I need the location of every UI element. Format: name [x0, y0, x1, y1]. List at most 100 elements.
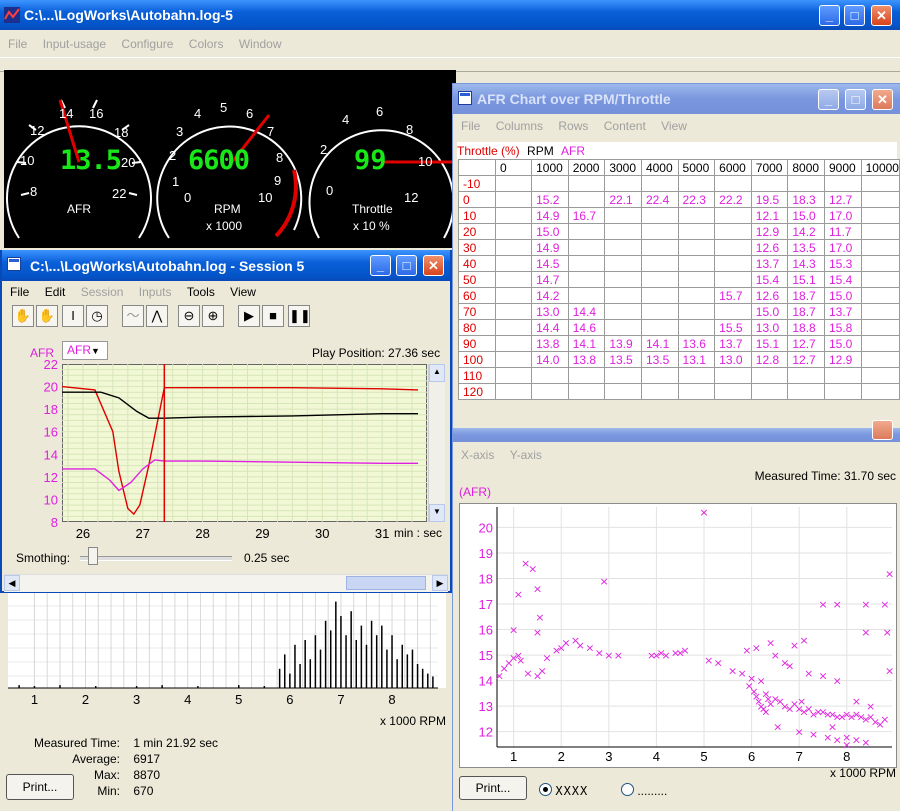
afr-table-cell[interactable]: 19.5	[750, 191, 789, 208]
afr-table-cell[interactable]	[567, 271, 606, 288]
afr-table-cell[interactable]	[567, 367, 606, 384]
afr-table-cell[interactable]	[860, 255, 900, 272]
afr-table-cell[interactable]	[495, 271, 533, 288]
xy-plot-title-bar[interactable]	[453, 420, 900, 442]
afr-table-cell[interactable]: 12.7	[787, 335, 825, 352]
afr-column-header[interactable]: 10000	[860, 159, 900, 176]
session-close-button[interactable]: ✕	[423, 255, 444, 276]
afr-table-cell[interactable]: 15.2	[531, 191, 569, 208]
afr-table-cell[interactable]	[750, 383, 789, 400]
afr-row-header[interactable]: 50	[457, 271, 497, 288]
afr-table-cell[interactable]: 15.4	[750, 271, 789, 288]
afr-table-cell[interactable]	[787, 175, 825, 192]
afr-table-cell[interactable]	[860, 271, 900, 288]
afr-table-cell[interactable]	[495, 335, 533, 352]
afr-table-cell[interactable]	[495, 319, 533, 336]
zoom-in-icon[interactable]: ⊕	[202, 305, 224, 327]
scroll-thumb[interactable]	[346, 576, 426, 590]
xy-radio-2[interactable]: .........	[621, 782, 667, 798]
cursor-tool-icon[interactable]: I	[62, 305, 84, 327]
afr-table-cell[interactable]: 15.3	[823, 255, 862, 272]
afr-table-cell[interactable]: 12.9	[823, 351, 862, 368]
afr-table-cell[interactable]	[714, 255, 752, 272]
afr-table-cell[interactable]: 13.8	[567, 351, 606, 368]
afr-table-cell[interactable]	[823, 367, 862, 384]
afr-table-cell[interactable]: 17.0	[823, 239, 862, 256]
afr-table-cell[interactable]: 11.7	[823, 223, 862, 240]
afr-row-header[interactable]: -10	[457, 175, 497, 192]
afr-table-cell[interactable]: 12.6	[750, 239, 789, 256]
afr-table-cell[interactable]	[604, 255, 642, 272]
afr-table-cell[interactable]	[604, 207, 642, 224]
afr-table-cell[interactable]: 22.1	[604, 191, 642, 208]
afr-table-cell[interactable]	[823, 175, 862, 192]
afr-row-header[interactable]: 0	[457, 191, 497, 208]
pause-button[interactable]: ❚❚	[288, 305, 311, 327]
close-button[interactable]: ✕	[871, 5, 892, 26]
afr-table-cell[interactable]: 15.4	[823, 271, 862, 288]
afr-table-cell[interactable]: 15.1	[750, 335, 789, 352]
afr-table-cell[interactable]	[604, 287, 642, 304]
afr-table-cell[interactable]	[714, 175, 752, 192]
xy-menu-y-axis[interactable]: Y-axis	[504, 445, 548, 465]
stopwatch-tool-icon[interactable]: ◷	[86, 305, 108, 327]
afr-table-cell[interactable]	[604, 239, 642, 256]
session-menu-session[interactable]: Session	[75, 282, 130, 302]
afr-table-cell[interactable]: 15.0	[823, 335, 862, 352]
afr-table-cell[interactable]	[714, 223, 752, 240]
smoothing-slider-track[interactable]	[80, 556, 232, 561]
afr-table-cell[interactable]	[860, 383, 900, 400]
afr-row-header[interactable]: 40	[457, 255, 497, 272]
afr-table-cell[interactable]: 18.7	[787, 287, 825, 304]
afr-table-cell[interactable]	[677, 303, 716, 320]
afr-table-cell[interactable]	[531, 367, 569, 384]
afr-table-cell[interactable]: 15.0	[750, 303, 789, 320]
afr-table-cell[interactable]	[677, 255, 716, 272]
afr-row-header[interactable]: 100	[457, 351, 497, 368]
afr-table-cell[interactable]	[495, 351, 533, 368]
afr-table-cell[interactable]: 13.7	[750, 255, 789, 272]
afr-table-cell[interactable]	[860, 303, 900, 320]
afr-table-cell[interactable]: 17.0	[823, 207, 862, 224]
afr-table-cell[interactable]: 13.7	[823, 303, 862, 320]
afr-chart-minimize-button[interactable]: _	[818, 89, 839, 110]
smoothing-slider-thumb[interactable]	[87, 547, 98, 565]
afr-table-cell[interactable]	[495, 383, 533, 400]
afr-table-cell[interactable]	[714, 367, 752, 384]
afr-table-cell[interactable]	[567, 191, 606, 208]
afr-table-cell[interactable]	[860, 191, 900, 208]
grab-tool-icon[interactable]: ✋	[36, 305, 58, 327]
afr-row-header[interactable]: 20	[457, 223, 497, 240]
afr-table-cell[interactable]	[567, 383, 606, 400]
xy-print-button[interactable]: Print...	[459, 776, 527, 800]
afr-table-cell[interactable]: 14.3	[787, 255, 825, 272]
afr-table-cell[interactable]: 12.1	[750, 207, 789, 224]
scroll-up-arrow-icon[interactable]: ▲	[429, 364, 445, 382]
afr-menu-content[interactable]: Content	[598, 116, 652, 136]
afr-table-cell[interactable]	[640, 319, 679, 336]
afr-table-cell[interactable]: 13.5	[604, 351, 642, 368]
afr-table-cell[interactable]: 14.1	[640, 335, 679, 352]
afr-table-cell[interactable]	[677, 207, 716, 224]
afr-table-cell[interactable]: 13.9	[604, 335, 642, 352]
afr-table-cell[interactable]	[714, 271, 752, 288]
afr-table-cell[interactable]: 14.4	[531, 319, 569, 336]
afr-table-cell[interactable]	[640, 367, 679, 384]
afr-table-cell[interactable]: 13.0	[714, 351, 752, 368]
afr-table-cell[interactable]	[860, 223, 900, 240]
afr-row-header[interactable]: 10	[457, 207, 497, 224]
afr-menu-view[interactable]: View	[655, 116, 693, 136]
afr-table-cell[interactable]: 12.9	[750, 223, 789, 240]
afr-table-cell[interactable]	[677, 319, 716, 336]
afr-table-cell[interactable]	[714, 207, 752, 224]
afr-row-header[interactable]: 120	[457, 383, 497, 400]
afr-row-header[interactable]: 70	[457, 303, 497, 320]
session-menu-edit[interactable]: Edit	[39, 282, 72, 302]
main-title-bar[interactable]: C:\...\LogWorks\Autobahn.log-5 _ □ ✕	[0, 0, 900, 30]
afr-table-cell[interactable]	[677, 175, 716, 192]
scroll-right-arrow-icon[interactable]: ▶	[432, 575, 448, 591]
afr-table-cell[interactable]	[495, 287, 533, 304]
afr-table-cell[interactable]	[640, 223, 679, 240]
afr-table-cell[interactable]: 18.8	[787, 319, 825, 336]
afr-table-cell[interactable]: 13.6	[677, 335, 716, 352]
